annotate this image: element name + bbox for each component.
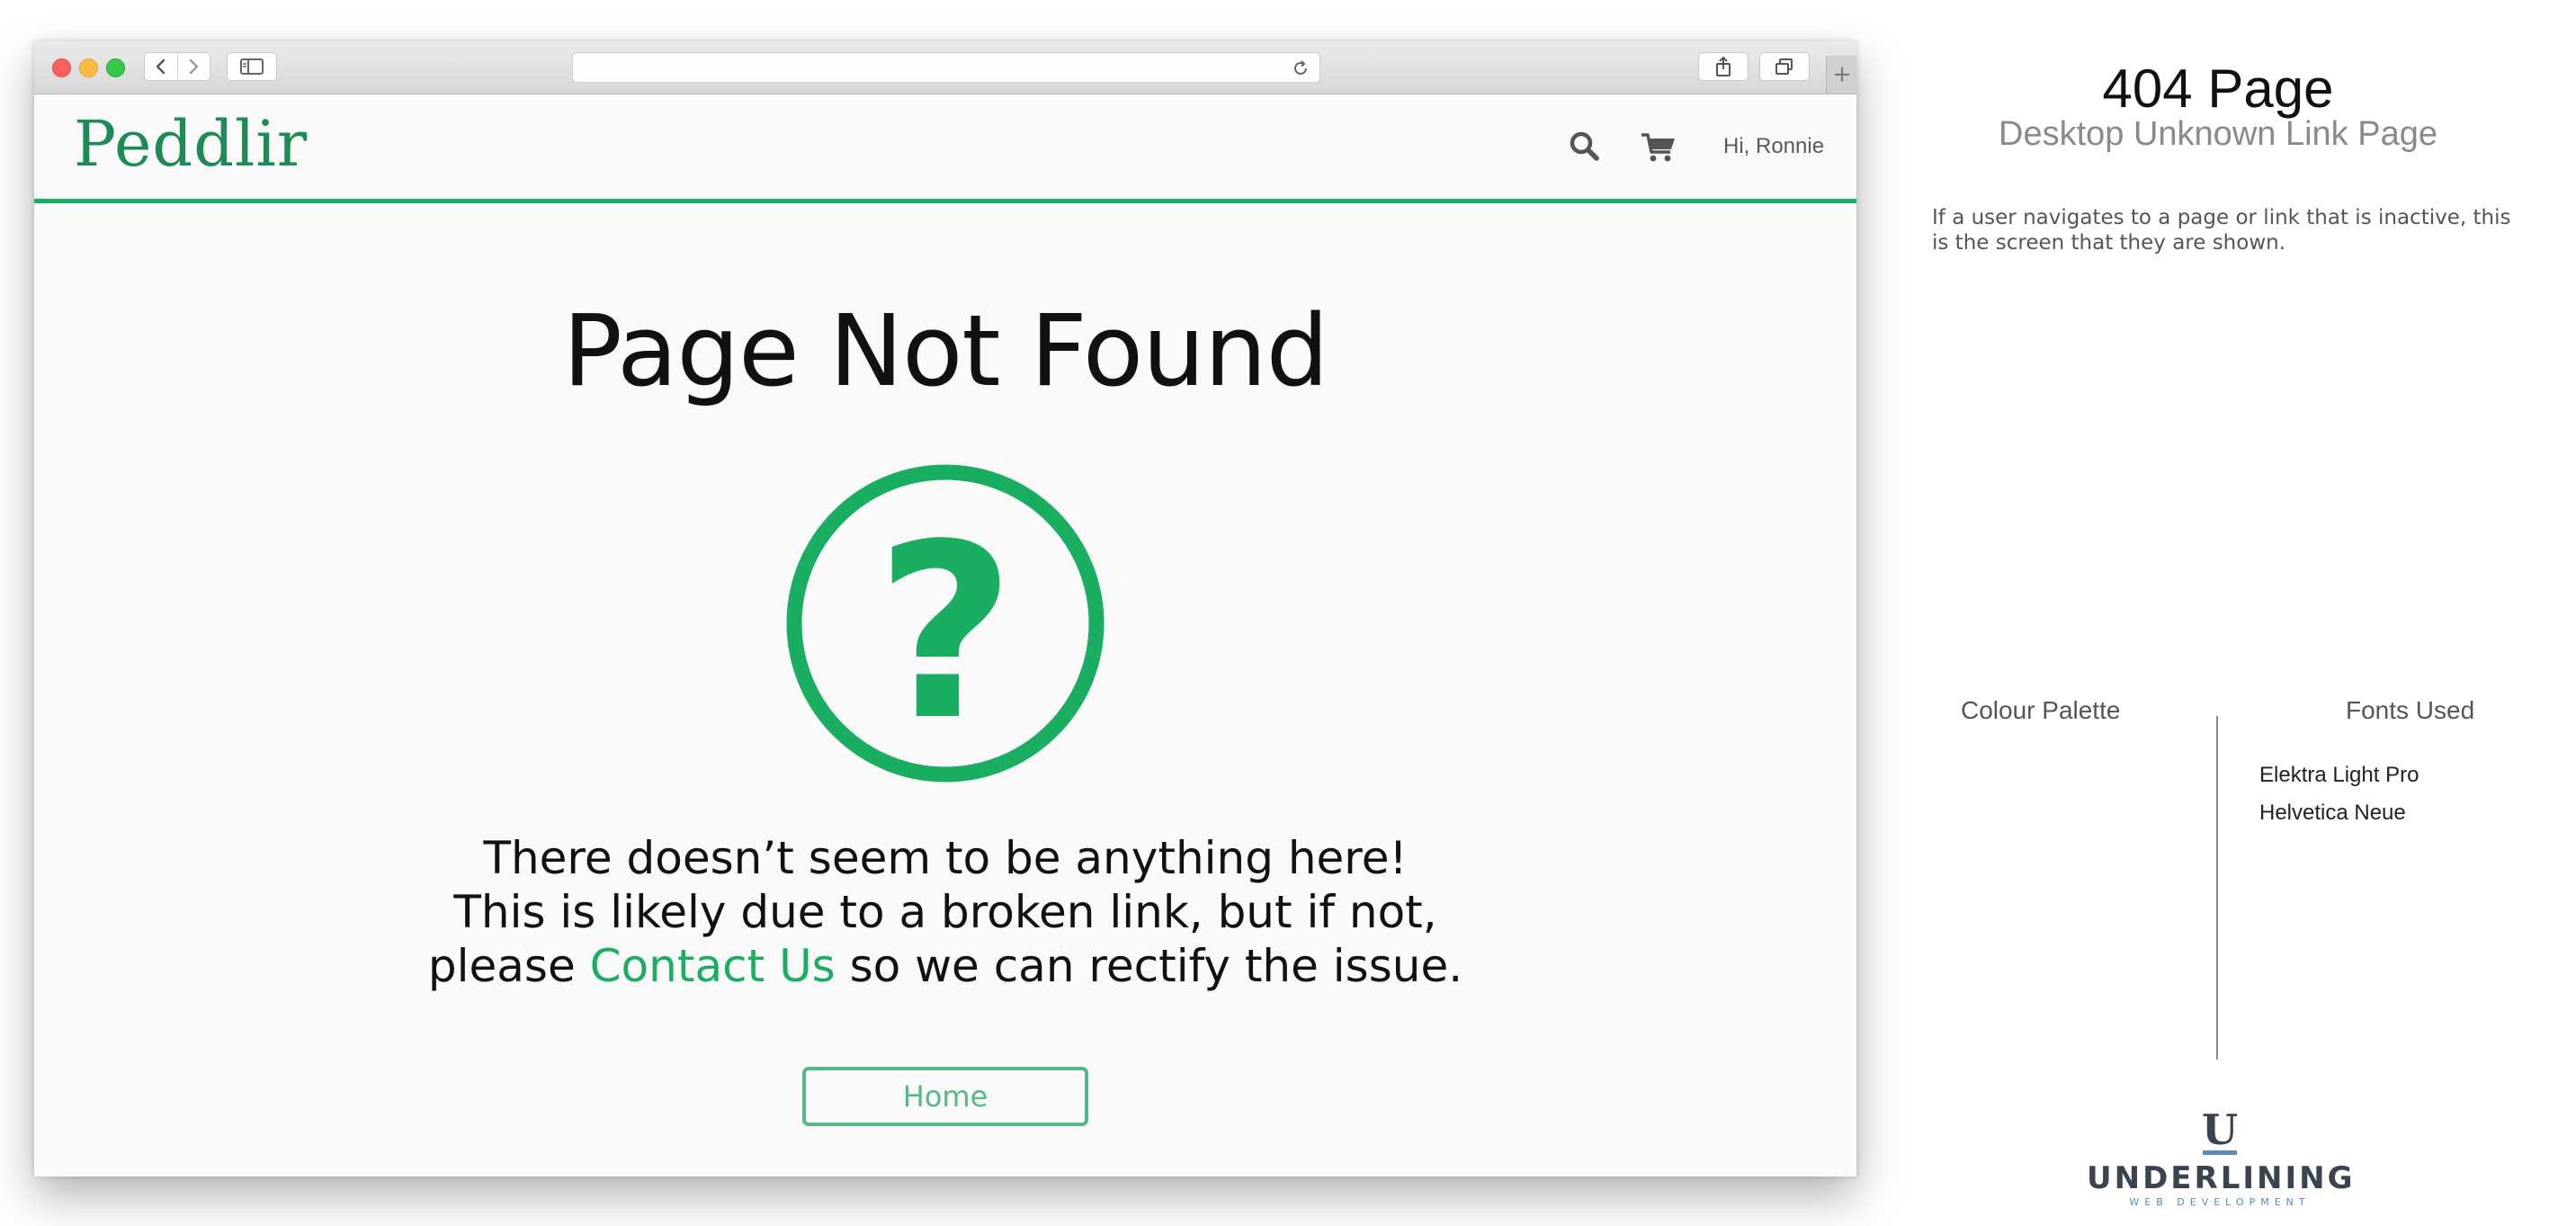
annotation-subtitle: Desktop Unknown Link Page: [1999, 115, 2437, 153]
back-button[interactable]: [145, 53, 178, 80]
logo-wordmark: UNDERLINING: [2087, 1160, 2356, 1196]
message-line-2: This is likely due to a broken link, but…: [453, 886, 1437, 938]
logo-tagline: WEB DEVELOPMENT: [2129, 1196, 2311, 1208]
history-nav: [144, 52, 210, 81]
tab-overview-button[interactable]: [1759, 52, 1810, 81]
search-icon[interactable]: [1569, 130, 1599, 161]
cart-icon[interactable]: [1641, 132, 1677, 163]
reload-icon[interactable]: [1291, 58, 1310, 78]
browser-toolbar: +: [34, 41, 1856, 94]
message-line-3-start: please: [427, 940, 590, 992]
main-content: Page Not Found ? There doesn’t seem to b…: [34, 203, 1856, 1177]
sidebar-icon: [240, 58, 264, 75]
share-button[interactable]: [1698, 52, 1749, 81]
site-header: Peddlir Hi, Ronnie: [34, 94, 1856, 203]
annotation-title: 404 Page: [2102, 58, 2334, 119]
forward-button[interactable]: [178, 53, 210, 80]
underlining-logo: U UNDERLINING WEB DEVELOPMENT: [2087, 1108, 2353, 1208]
section-divider: [2216, 716, 2218, 1060]
sidebar-toggle-button[interactable]: [227, 52, 277, 81]
message-line-1: There doesn’t seem to be anything here!: [483, 832, 1408, 884]
home-button[interactable]: Home: [802, 1067, 1088, 1126]
new-tab-button[interactable]: +: [1826, 56, 1856, 94]
plus-icon: +: [1832, 61, 1852, 88]
brand-logo[interactable]: Peddlir: [74, 107, 308, 181]
close-window-button[interactable]: [52, 58, 71, 77]
page-title: Page Not Found: [562, 293, 1329, 408]
annotation-description: If a user navigates to a page or link th…: [1932, 206, 2511, 255]
forward-icon: [190, 58, 199, 75]
share-icon: [1716, 56, 1731, 76]
address-bar[interactable]: [572, 52, 1320, 83]
contact-us-link[interactable]: Contact Us: [590, 940, 836, 992]
font-entry: Helvetica Neue: [2259, 801, 2406, 825]
not-found-message: There doesn’t seem to be anything here! …: [34, 831, 1856, 993]
user-greeting[interactable]: Hi, Ronnie: [1723, 134, 1824, 159]
question-circle-icon: ?: [786, 464, 1105, 783]
font-entry: Elektra Light Pro: [2259, 763, 2419, 787]
back-icon: [156, 58, 165, 75]
colour-palette-heading: Colour Palette: [1961, 696, 2121, 724]
browser-window: + Peddlir Hi, Ronnie Page Not Found ? Th…: [34, 41, 1856, 1177]
message-line-3-end: so we can rectify the issue.: [835, 940, 1463, 992]
minimize-window-button[interactable]: [79, 58, 98, 77]
tabs-icon: [1775, 58, 1793, 75]
svg-text:U: U: [2202, 1108, 2238, 1154]
fonts-used-heading: Fonts Used: [2346, 696, 2475, 724]
svg-text:?: ?: [875, 493, 1015, 774]
message-line-3: please Contact Us so we can rectify the …: [34, 939, 1856, 993]
zoom-window-button[interactable]: [106, 58, 125, 77]
underlining-mark-icon: U: [2202, 1108, 2238, 1155]
